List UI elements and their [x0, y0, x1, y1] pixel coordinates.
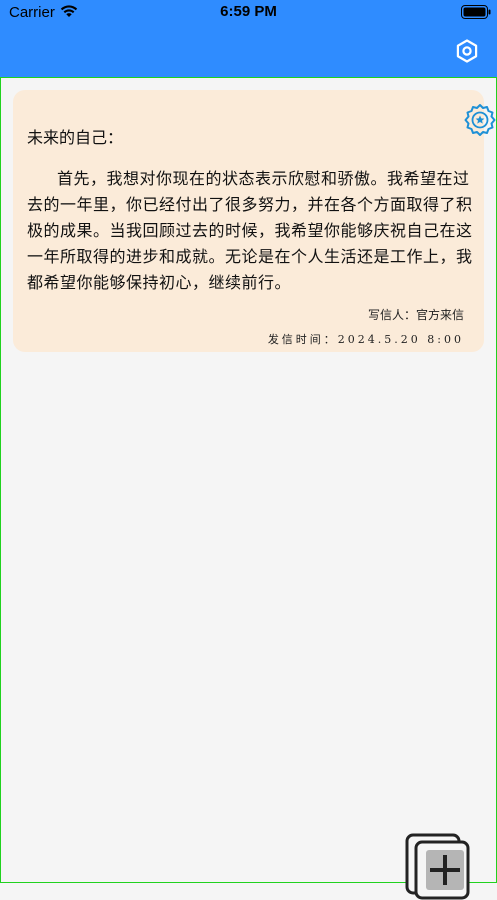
letter-send-time: 发信时间：2024.5.20 8:00	[267, 333, 464, 346]
status-bar: Carrier 6:59 PM	[0, 0, 497, 26]
add-letter-icon[interactable]	[404, 832, 472, 900]
clock: 6:59 PM	[220, 3, 277, 20]
letter-body-preview: 首先，我想对你现在的状态表示欣慰和骄傲。我希望在过去的一年里，你已经付出了很多努…	[27, 169, 473, 292]
letter-card[interactable]: 未来的自己： 首先，我想对你现在的状态表示欣慰和骄傲。我希望在过去的一年里，你已…	[13, 90, 496, 352]
award-badge-icon	[464, 104, 496, 136]
letter-sender: 写信人：官方来信	[367, 308, 464, 322]
gear-icon[interactable]	[455, 39, 479, 63]
letter-salutation: 未来的自己：	[27, 128, 124, 147]
battery-icon	[461, 5, 491, 19]
letter-list[interactable]: 未来的自己： 首先，我想对你现在的状态表示欣慰和骄傲。我希望在过去的一年里，你已…	[0, 77, 497, 900]
navigation-header: Carrier 6:59 PM	[0, 0, 497, 77]
